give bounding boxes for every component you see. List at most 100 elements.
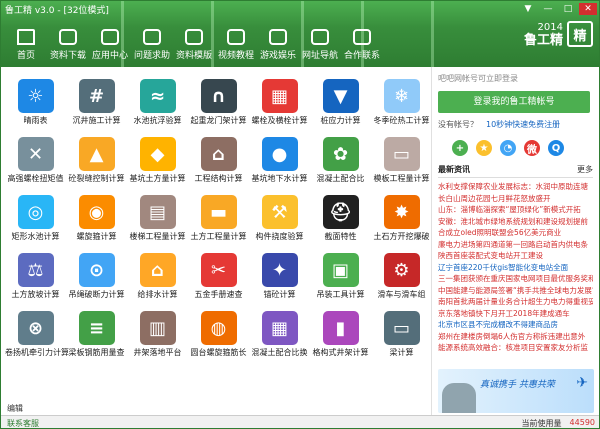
login-button[interactable]: 登录我的鲁工精帐号 [438,91,590,113]
close-button[interactable]: ✕ [579,3,597,15]
news-item[interactable]: 水利支撑保障农业发展标志：水润中原助连塘 [438,181,593,193]
tool-label: 混凝土配合比换 [251,348,308,357]
tool-item[interactable]: ▬ 土方工程量计算 [188,189,249,247]
menu-button[interactable]: ▼ [519,3,537,15]
news-item[interactable]: 北京市区县不完成棚改不得建商品房 [438,319,593,331]
tool-item[interactable]: ▭ 梁计算 [371,305,432,363]
circle-icon[interactable]: ◔ [500,140,516,156]
tool-item[interactable]: ⚒ 构件挠度验算 [249,189,310,247]
tool-item[interactable]: ⊗ 卷扬机牵引力计算 [5,305,69,363]
nav-help[interactable]: 问题求助 [131,29,173,61]
tool-item[interactable]: ☼ 晴雨表 [5,73,66,131]
tool-item[interactable]: ✸ 土石方开挖爆破 [371,189,432,247]
news-item[interactable]: 廉电力进场第四通道第一回路启动首内供电条 [438,239,593,251]
tool-item[interactable]: ▦ 螺栓及横栓计算 [249,73,310,131]
nav-template[interactable]: 资料模版 [173,29,215,61]
tool-item[interactable]: ∩ 起重龙门架计算 [188,73,249,131]
news-item[interactable]: 中国能建与能源局签署“携手共推全球电力发展” [438,285,593,297]
minimize-button[interactable]: — [539,3,557,15]
tool-icon: ✦ [261,253,298,287]
tool-item[interactable]: ● 基坑地下水计算 [249,131,310,189]
nav-links[interactable]: 网址导航 [299,29,341,61]
news-item[interactable]: 长白山周边花园七月鲜花怒放盛开 [438,193,593,205]
edit-label[interactable]: 编辑 [7,403,23,414]
tool-item[interactable]: ❄ 冬季砼热工计算 [371,73,432,131]
tool-item[interactable]: ⚖ 土方放坡计算 [5,247,66,305]
news-item[interactable]: 安徽：淮北城市绿地系统规划和建设规划提前 [438,216,593,228]
tool-item[interactable]: ✦ 锚砼计算 [249,247,310,305]
tool-item[interactable]: ⚙ 滑车与滑车组 [371,247,432,305]
tool-label: 基坑地下水计算 [251,174,308,183]
tool-item[interactable]: ▥ 井架落地平台 [127,305,188,363]
nav-contact[interactable]: 合作联系 [341,29,383,61]
tool-label: 梁计算 [389,348,414,357]
tool-item[interactable]: # 沉井施工计算 [66,73,127,131]
register-link[interactable]: 10秒钟快速免费注册 [486,120,560,129]
plane-icon: ✈ [576,375,588,391]
tool-item[interactable]: ✿ 混凝土配合比 [310,131,371,189]
contact-service-link[interactable]: 联系客服 [7,418,39,428]
tool-label: 楼梯工程量计算 [129,232,186,241]
tool-item[interactable]: ▲ 砼裂缝控制计算 [66,131,127,189]
news-list: 水利支撑保障农业发展标志：水润中原助连塘 长白山周边花园七月鲜花怒放盛开 山东：淄博… [438,181,593,354]
news-item[interactable]: 山东：淄博临淄探索“屋顶绿化”新模式开拓 [438,204,593,216]
tool-label: 桩应力计算 [320,116,361,125]
help-icon [143,29,161,45]
tool-icon: ▭ [383,311,420,345]
tool-item[interactable]: ≈ 水池抗浮验算 [127,73,188,131]
tool-item[interactable]: ⛑ 截面特性 [310,189,371,247]
tool-label: 五金手册速查 [194,290,243,299]
tool-item[interactable]: ▭ 模板工程量计算 [371,131,432,189]
news-item[interactable]: 陕西首座装配式变电站开工建设 [438,250,593,262]
tool-grid: ☼ 晴雨表 # 沉井施工计算 ≈ 水池抗浮验算 ∩ 起重龙门架计算 ▦ 螺栓及横栓计算 ▼ 桩应力计算… [5,73,431,405]
nav-apps[interactable]: 应用中心 [89,29,131,61]
tool-icon: ≡ [78,311,115,345]
tool-label: 土石方开挖爆破 [373,232,430,241]
tool-icon: ▦ [261,79,298,113]
tool-label: 模板工程量计算 [373,174,430,183]
star-icon[interactable]: ★ [476,140,492,156]
tool-item[interactable]: ◍ 圆台螺旋箍筋长 [188,305,249,363]
tool-label: 起重龙门架计算 [190,116,247,125]
add-icon[interactable]: + [452,140,468,156]
maximize-button[interactable]: □ [559,3,577,15]
weibo-icon[interactable]: 微 [524,140,540,156]
tool-item[interactable]: ⌂ 工程结构计算 [188,131,249,189]
nav-game[interactable]: 游戏娱乐 [257,29,299,61]
news-item[interactable]: 京东落地镇快下月开工2018年建成通车 [438,308,593,320]
news-item[interactable]: 南阳首批两届计量业务合计超生力电力得重视妥 [438,296,593,308]
nav-video[interactable]: 视频教程 [215,29,257,61]
news-item[interactable]: 三一集团获颁在重庆国家电网项目最优服务奖和省可 [438,273,593,285]
tool-icon: ◍ [200,311,237,345]
news-item[interactable]: 能源系统高效融合：核准项目安置家友分析监 [438,342,593,354]
tool-icon: ✂ [200,253,237,287]
tool-item[interactable]: ⌂ 给排水计算 [127,247,188,305]
nav-home[interactable]: 首页 [5,29,47,61]
tool-item[interactable]: ⊙ 吊绳破断力计算 [66,247,127,305]
tool-item[interactable]: ▮ 格构式井架计算 [310,305,371,363]
download-icon [59,29,77,45]
tool-item[interactable]: ▤ 楼梯工程量计算 [127,189,188,247]
tool-label: 螺栓及横栓计算 [251,116,308,125]
tool-item[interactable]: ▼ 桩应力计算 [310,73,371,131]
usage-count: 44590 [569,418,595,427]
tool-item[interactable]: ✕ 高强螺栓扭矩值 [5,131,66,189]
tool-label: 土方工程量计算 [190,232,247,241]
news-item[interactable]: 辽宁首座220千伏gis智能化变电站全面 [438,262,593,274]
tool-item[interactable]: ▣ 吊装工具计算 [310,247,371,305]
tool-label: 梁板钢筋用量查 [68,348,125,357]
tool-label: 矩形水池计算 [11,232,60,241]
more-link[interactable]: 更多 [577,164,593,175]
tool-item[interactable]: ◆ 基坑土方量计算 [127,131,188,189]
tool-label: 冬季砼热工计算 [373,116,430,125]
tool-item[interactable]: ✂ 五金手册速查 [188,247,249,305]
tool-item[interactable]: ≡ 梁板钢筋用量查 [66,305,127,363]
tool-item[interactable]: ▦ 混凝土配合比换 [249,305,310,363]
tool-item[interactable]: ◎ 矩形水池计算 [5,189,66,247]
nav-download[interactable]: 资料下载 [47,29,89,61]
tool-item[interactable]: ◉ 螺旋箍计算 [66,189,127,247]
ad-banner[interactable]: 真诚携手 共惠共荣 ✈ [438,369,594,413]
tencent-icon[interactable]: Q [548,140,564,156]
news-item[interactable]: 合成立oled照明联盟会56亿美元商业 [438,227,593,239]
news-item[interactable]: 郑州在建楼房倒塌6人伤官方称拆违建出意外 [438,331,593,343]
